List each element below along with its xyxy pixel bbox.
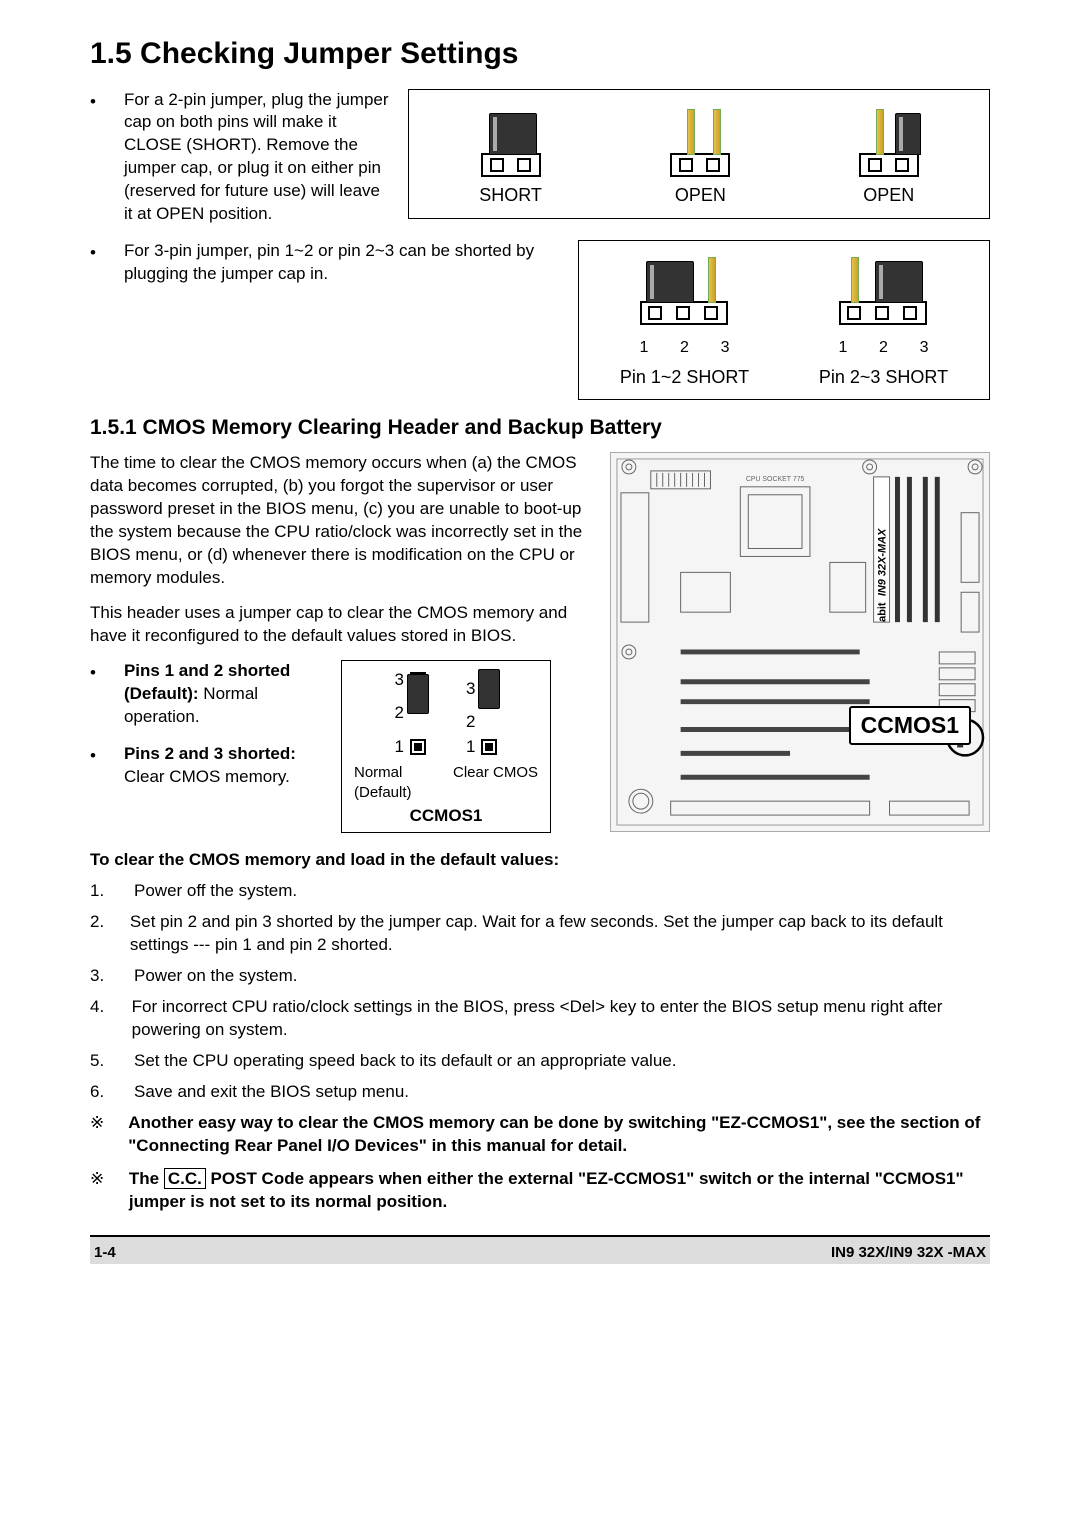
ccmos-title: CCMOS1 — [410, 805, 483, 828]
step-4: For incorrect CPU ratio/clock settings i… — [132, 996, 990, 1042]
label-open-1: OPEN — [675, 183, 726, 207]
label-pin23: Pin 2~3 SHORT — [819, 365, 948, 389]
step-1: Power off the system. — [134, 880, 297, 903]
note-2: The C.C. POST Code appears when either t… — [129, 1168, 990, 1214]
motherboard-diagram: CPU SOCKET 775 abit IN9 32X-MAX — [610, 452, 990, 832]
footer-page-number: 1-4 — [94, 1243, 116, 1263]
bullet-dot: • — [90, 89, 96, 227]
ccmos-normal-label: Normal — [354, 763, 412, 783]
pins23-text: Pins 2 and 3 shorted: Clear CMOS memory. — [124, 743, 325, 789]
ccmos-clear-label: Clear CMOS — [453, 763, 538, 804]
step-6: Save and exit the BIOS setup menu. — [134, 1081, 409, 1104]
ccmos-default-label: (Default) — [354, 783, 412, 803]
label-open-2: OPEN — [863, 183, 914, 207]
bullet-text-2pin: For a 2-pin jumper, plug the jumper cap … — [124, 89, 390, 227]
label-pin12: Pin 1~2 SHORT — [620, 365, 749, 389]
steps-list: 1.Power off the system. 2.Set pin 2 and … — [90, 880, 990, 1104]
cc-boxed-label: C.C. — [164, 1168, 206, 1189]
label-short: SHORT — [479, 183, 542, 207]
note-mark-icon: ※ — [90, 1112, 104, 1158]
bullet-dot: • — [90, 743, 96, 789]
svg-text:IN9 32X-MAX: IN9 32X-MAX — [877, 528, 889, 596]
bullet-dot: • — [90, 240, 96, 286]
bullet-text-3pin: For 3-pin jumper, pin 1~2 or pin 2~3 can… — [124, 240, 560, 286]
step-5: Set the CPU operating speed back to its … — [134, 1050, 676, 1073]
ccmos-diagram: 3 2 1 3 2 — [341, 660, 551, 833]
board-ccmos-label: CCMOS1 — [849, 706, 971, 745]
pins12-text: Pins 1 and 2 shorted (Default): Normal o… — [124, 660, 325, 729]
svg-text:abit: abit — [877, 603, 889, 623]
clear-steps-heading: To clear the CMOS memory and load in the… — [90, 849, 990, 872]
svg-text:CPU SOCKET 775: CPU SOCKET 775 — [746, 476, 805, 483]
note-1: Another easy way to clear the CMOS memor… — [128, 1112, 990, 1158]
page-title: 1.5 Checking Jumper Settings — [90, 34, 990, 75]
section-heading: 1.5.1 CMOS Memory Clearing Header and Ba… — [90, 414, 990, 442]
footer-model: IN9 32X/IN9 32X -MAX — [831, 1243, 986, 1263]
two-pin-diagram: SHORT OPEN OPEN — [408, 89, 990, 219]
page-footer: 1-4 IN9 32X/IN9 32X -MAX — [90, 1235, 990, 1263]
bullet-dot: • — [90, 660, 96, 729]
step-2: Set pin 2 and pin 3 shorted by the jumpe… — [130, 911, 990, 957]
three-pin-diagram: 123 Pin 1~2 SHORT 123 Pin 2~3 SHORT — [578, 240, 990, 400]
paragraph-2: This header uses a jumper cap to clear t… — [90, 602, 592, 648]
paragraph-1: The time to clear the CMOS memory occurs… — [90, 452, 592, 590]
step-3: Power on the system. — [134, 965, 297, 988]
note-mark-icon: ※ — [90, 1168, 105, 1214]
